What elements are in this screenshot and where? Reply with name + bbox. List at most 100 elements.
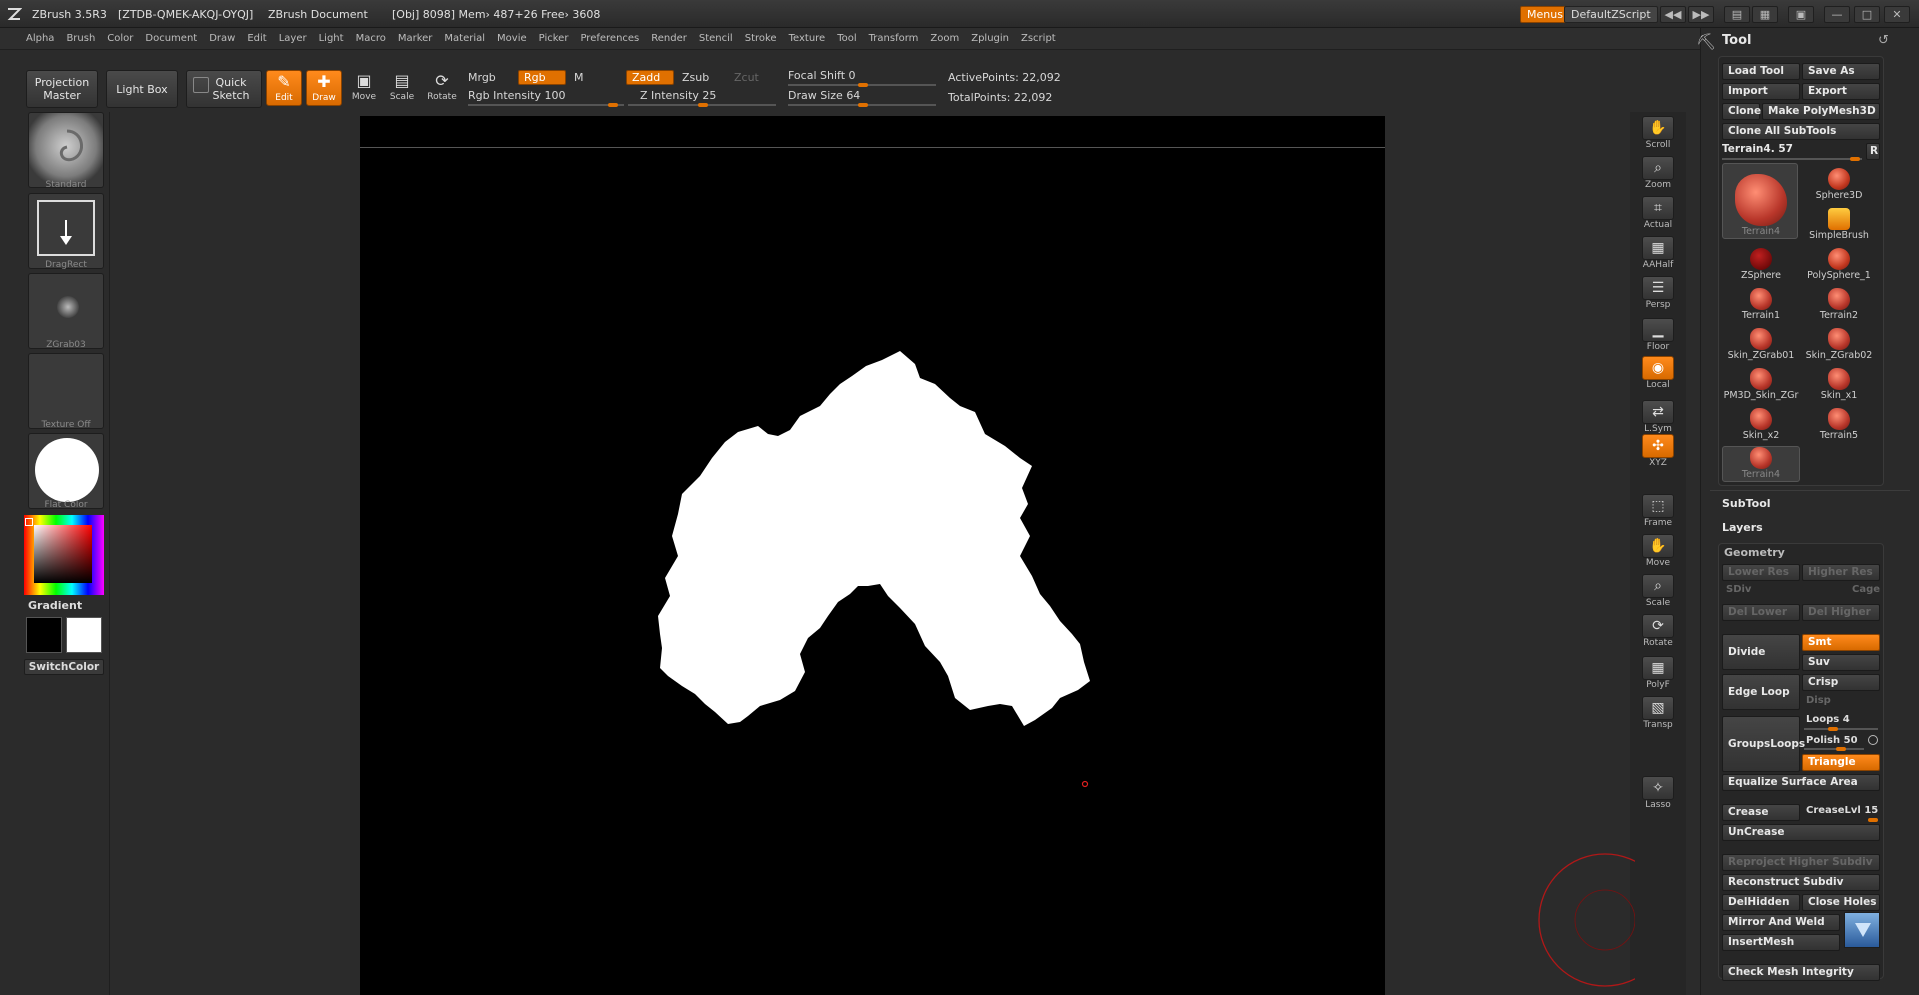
shelf-lasso-button[interactable]: ✧ Lasso [1640,776,1676,810]
rgb-intensity-knob[interactable] [608,103,618,107]
menu-item-material[interactable]: Material [444,28,485,50]
crisp-toggle[interactable]: Crisp [1802,674,1880,691]
light-box-button[interactable]: Light Box [106,70,178,108]
shelf-move-button[interactable]: ✋ Move [1640,534,1676,568]
maximize-icon[interactable]: □ [1854,6,1880,23]
shelf-scroll-button[interactable]: ✋ Scroll [1640,116,1676,150]
uncrease-button[interactable]: UnCrease [1722,824,1880,841]
texture-thumbnail[interactable] [28,353,104,429]
rgb-intensity-slider[interactable]: Rgb Intensity 100 [468,89,565,102]
z-intensity-slider[interactable]: Z Intensity 25 [640,89,716,102]
menu-item-stroke[interactable]: Stroke [745,28,777,50]
draw-size-knob[interactable] [858,103,868,107]
shelf-frame-button[interactable]: ⬚ Frame [1640,494,1676,528]
mrgb-toggle[interactable]: Mrgb [468,71,496,84]
del-higher-button[interactable]: Del Higher [1802,604,1880,621]
menu-item-macro[interactable]: Macro [356,28,386,50]
menu-item-layer[interactable]: Layer [279,28,307,50]
document-canvas[interactable] [360,116,1385,995]
zcut-toggle[interactable]: Zcut [734,71,759,84]
refresh-icon[interactable]: ↺ [1878,33,1889,48]
zadd-toggle[interactable]: Zadd [626,70,674,85]
menu-item-alpha[interactable]: Alpha [26,28,54,50]
menu-item-zplugin[interactable]: Zplugin [971,28,1009,50]
close-icon[interactable]: ✕ [1884,6,1910,23]
menu-item-stencil[interactable]: Stencil [699,28,733,50]
scroll-right-icon[interactable]: ▶▶ [1688,6,1714,23]
menu-item-color[interactable]: Color [107,28,133,50]
shelf-persp-button[interactable]: ☰ Persp [1640,276,1676,310]
shelf-zoom-button[interactable]: ⌕ Zoom [1640,156,1676,190]
rotate-button[interactable]: ⟳ Rotate [424,70,460,106]
loops-slider[interactable]: Loops 4 [1806,714,1850,725]
shelf-lsym-button[interactable]: ⇄ L.Sym [1640,400,1676,434]
current-tool-knob[interactable] [1850,157,1860,161]
move-button[interactable]: ▣ Move [346,70,382,106]
z-intensity-knob[interactable] [698,103,708,107]
shelf-rotate-button[interactable]: ⟳ Rotate [1640,614,1676,648]
color-picker[interactable] [24,515,104,595]
clone-all-subtools-button[interactable]: Clone All SubTools [1722,123,1880,140]
menu-item-picker[interactable]: Picker [539,28,569,50]
check-mesh-integrity-button[interactable]: Check Mesh Integrity [1722,964,1880,981]
focal-shift-knob[interactable] [858,83,868,87]
edge-loop-button[interactable]: Edge Loop [1722,674,1800,710]
loops-knob[interactable] [1828,727,1838,731]
export-button[interactable]: Export [1802,83,1880,100]
cage-button[interactable]: Cage [1852,584,1880,595]
shelf-xyz-button[interactable]: ✣ XYZ [1640,434,1676,468]
higher-res-button[interactable]: Higher Res [1802,564,1880,581]
reproject-higher-subdiv-button[interactable]: Reproject Higher Subdiv [1722,854,1880,871]
minimize-icon[interactable]: — [1824,6,1850,23]
stroke-thumbnail[interactable] [28,193,104,269]
menu-item-marker[interactable]: Marker [398,28,433,50]
draw-button[interactable]: ✚ Draw [306,70,342,106]
menu-item-brush[interactable]: Brush [66,28,95,50]
shelf-scale-button[interactable]: ⌕ Scale [1640,574,1676,608]
pin-icon[interactable]: ⛏ [1696,32,1716,51]
r-button[interactable]: R [1866,143,1880,160]
material-thumbnail[interactable] [28,433,104,509]
insert-mesh-preview-icon[interactable] [1844,912,1880,948]
alpha-thumbnail[interactable] [28,273,104,349]
projection-master-button[interactable]: Projection Master [26,70,98,108]
lock-icon[interactable]: ▣ [1788,6,1814,23]
scroll-left-icon[interactable]: ◀◀ [1660,6,1686,23]
crease-level-slider[interactable]: CreaseLvl 15 [1806,805,1878,816]
main-color-swatch[interactable] [26,617,62,653]
rgb-toggle[interactable]: Rgb [518,70,566,85]
layers-header[interactable]: Layers [1722,521,1763,534]
close-holes-button[interactable]: Close Holes [1802,894,1880,911]
suv-toggle[interactable]: Suv [1802,654,1880,671]
shelf-polyf-button[interactable]: ▦ PolyF [1640,656,1676,690]
tool-thumb-item[interactable]: PM3D_Skin_ZGr [1722,368,1800,404]
quick-sketch-button[interactable]: Quick Sketch [186,70,262,108]
menus-button[interactable]: Menus [1520,6,1570,23]
lower-res-button[interactable]: Lower Res [1722,564,1800,581]
draw-size-slider[interactable]: Draw Size 64 [788,89,860,102]
tool-thumb-item[interactable]: Skin_x1 [1800,368,1878,404]
tool-thumb-item[interactable]: PolySphere_1 [1800,248,1878,284]
tool-thumb-item[interactable]: Skin_ZGrab02 [1800,328,1878,364]
m-toggle[interactable]: M [574,71,584,84]
menu-item-preferences[interactable]: Preferences [580,28,639,50]
reconstruct-subdiv-button[interactable]: Reconstruct Subdiv [1722,874,1880,891]
shelf-aahalf-button[interactable]: ▦ AAHalf [1640,236,1676,270]
tool-panel-title[interactable]: Tool [1722,33,1751,48]
menu-item-draw[interactable]: Draw [209,28,235,50]
tool-thumb-item[interactable]: Terrain5 [1800,408,1878,444]
shelf-local-button[interactable]: ◉ Local [1640,356,1676,390]
insert-mesh-button[interactable]: InsertMesh [1722,934,1840,951]
tool-thumb-item[interactable]: Terrain1 [1722,288,1800,324]
clone-button[interactable]: Clone [1722,103,1761,120]
del-hidden-button[interactable]: DelHidden [1722,894,1800,911]
menu-item-tool[interactable]: Tool [837,28,856,50]
edit-button[interactable]: ✎ Edit [266,70,302,106]
focal-shift-slider[interactable]: Focal Shift 0 [788,69,856,82]
shelf-transp-button[interactable]: ▧ Transp [1640,696,1676,730]
equalize-surface-area-button[interactable]: Equalize Surface Area [1722,774,1880,791]
tool-thumb-item[interactable]: ZSphere [1722,248,1800,284]
make-polymesh-button[interactable]: Make PolyMesh3D [1762,103,1880,120]
menu-item-transform[interactable]: Transform [869,28,919,50]
disp-slider[interactable]: Disp [1806,695,1831,706]
